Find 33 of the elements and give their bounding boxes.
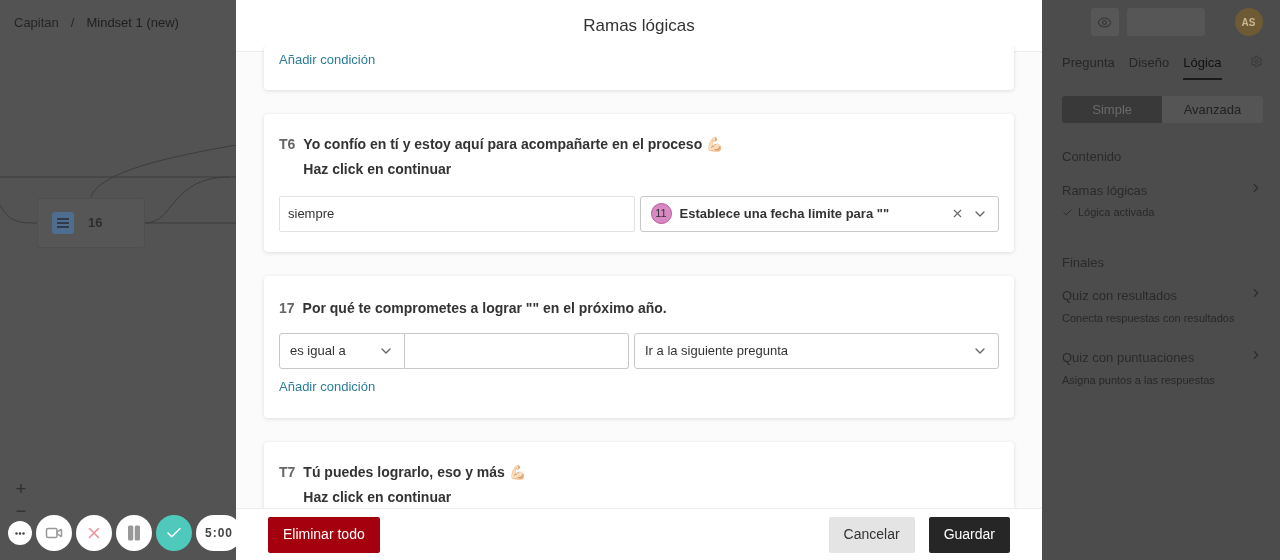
add-condition-link[interactable]: Añadir condición xyxy=(279,376,376,396)
operator-select[interactable]: es igual a xyxy=(279,332,405,369)
panel-tab[interactable]: Lógica xyxy=(1183,52,1222,80)
value-input[interactable] xyxy=(405,332,629,369)
list-icon xyxy=(52,212,74,234)
target-label: Ir a la siguiente pregunta xyxy=(645,341,790,360)
save-button[interactable]: Guardar xyxy=(928,516,1010,553)
eye-icon xyxy=(1097,14,1113,30)
question-subtitle: Haz click en continuar xyxy=(303,159,453,179)
question-subtitle: Haz click en continuar xyxy=(303,488,453,507)
avatar: AS xyxy=(1234,8,1263,36)
question-number: 17 xyxy=(279,298,295,318)
cancel-button[interactable]: Cancelar xyxy=(828,516,915,553)
target-label: Establece una fecha limite para "" xyxy=(679,204,891,223)
question-title: Por qué te comprometes a lograr "" en el próximo año. xyxy=(302,298,667,318)
question-number: T7 xyxy=(279,463,296,482)
connector-line xyxy=(0,204,38,224)
more-icon xyxy=(15,531,25,535)
question-title: Yo confío en tí y estoy aquí para acompañarte en el proceso 💪🏻 xyxy=(303,134,724,154)
clear-icon[interactable] xyxy=(951,207,964,220)
modal-title: Ramas lógicas xyxy=(583,14,695,37)
question-number-badge: 11 xyxy=(650,203,672,224)
zoom-in-button[interactable]: + xyxy=(15,478,27,500)
add-condition-link[interactable]: Añadir condición xyxy=(279,50,376,70)
delete-all-button[interactable]: Eliminar todo xyxy=(268,516,380,553)
question-title: Tú puedes lograrlo, eso y más 💪🏻 xyxy=(303,463,526,482)
breadcrumb-separator: / xyxy=(70,14,75,32)
zoom-out-button[interactable]: − xyxy=(15,500,27,522)
condition-field[interactable]: siempre xyxy=(279,195,635,232)
target-select[interactable]: Ir a la siguiente pregunta xyxy=(634,332,999,369)
pause-icon xyxy=(125,524,143,542)
question-number: T6 xyxy=(279,134,296,154)
target-select[interactable]: 11 Establece una fecha limite para "" xyxy=(639,195,999,232)
